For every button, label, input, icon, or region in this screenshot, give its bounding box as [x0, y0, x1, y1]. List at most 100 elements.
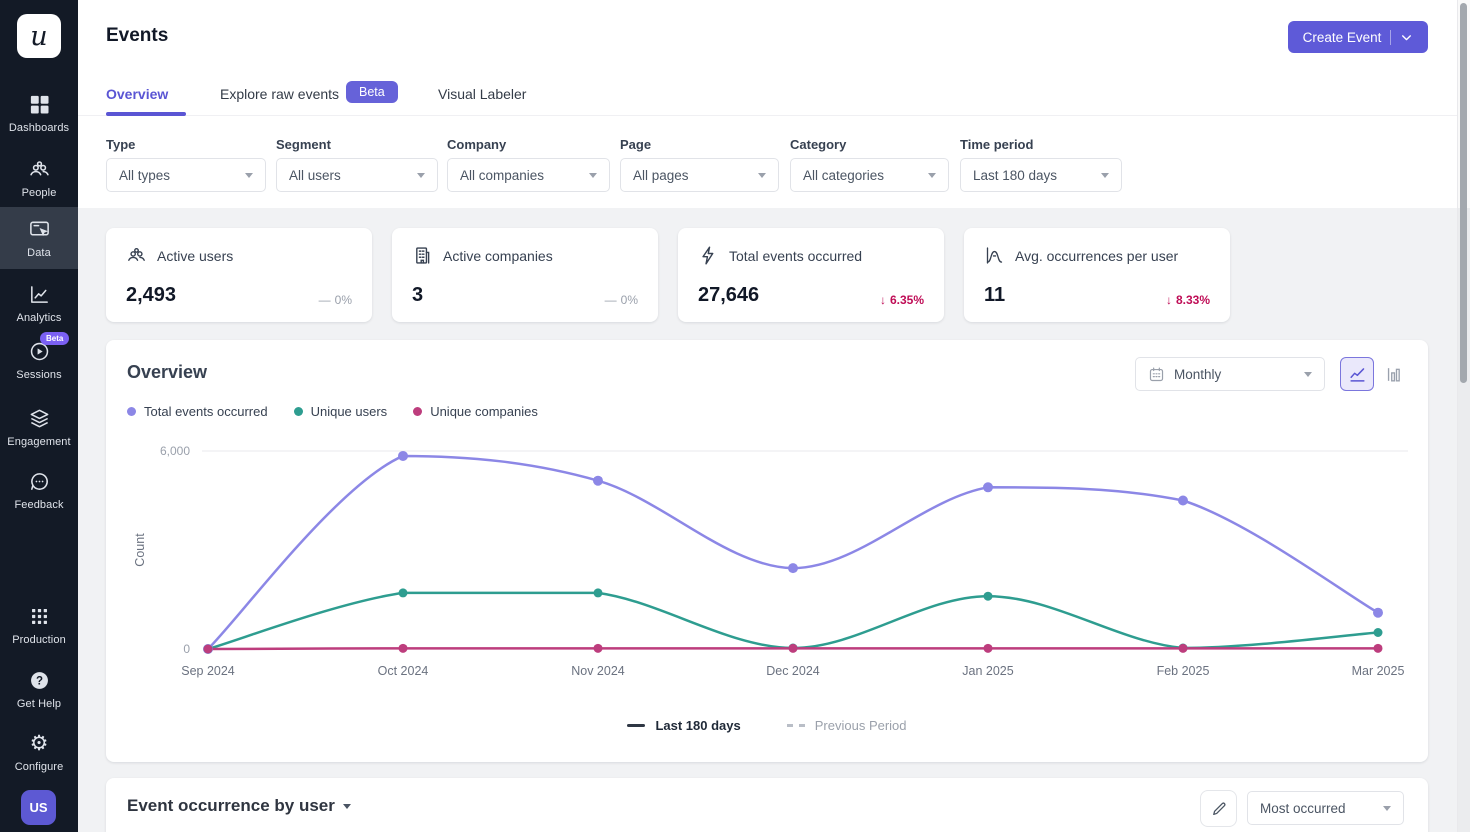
- tab-visual-labeler[interactable]: Visual Labeler: [438, 86, 526, 102]
- overview-card-title: Overview: [127, 362, 207, 383]
- granularity-select[interactable]: Monthly: [1135, 357, 1325, 391]
- stat-change: ↓8.33%: [1166, 293, 1210, 307]
- sort-select[interactable]: Most occurred: [1247, 791, 1404, 825]
- time-period-select-value: Last 180 days: [973, 168, 1101, 183]
- user-avatar[interactable]: US: [21, 790, 56, 825]
- create-event-button[interactable]: Create Event: [1288, 21, 1428, 53]
- sidebar-item-label: Configure: [15, 761, 64, 773]
- svg-text:Nov 2024: Nov 2024: [571, 664, 625, 678]
- legend-label: Last 180 days: [655, 718, 740, 733]
- svg-text:6,000: 6,000: [160, 444, 190, 458]
- dashed-line-swatch: [787, 724, 805, 727]
- svg-text:Oct 2024: Oct 2024: [378, 664, 429, 678]
- sidebar-item-label: Feedback: [14, 499, 63, 511]
- segment-select[interactable]: All users: [276, 158, 438, 192]
- beta-badge[interactable]: Beta: [346, 81, 398, 103]
- app-logo[interactable]: u: [17, 14, 61, 58]
- category-select[interactable]: All categories: [790, 158, 949, 192]
- line-chart-toggle[interactable]: [1340, 357, 1374, 391]
- legend-item-unique-users[interactable]: Unique users: [294, 404, 388, 419]
- time-period-select[interactable]: Last 180 days: [960, 158, 1122, 192]
- legend-current-period[interactable]: Last 180 days: [627, 718, 740, 733]
- stat-value: 3: [412, 284, 423, 307]
- sidebar-item-data[interactable]: Data: [0, 207, 78, 269]
- active-tab-indicator: [106, 112, 186, 116]
- stat-value: 27,646: [698, 284, 759, 307]
- stat-card-avg-occurrences: Avg. occurrences per user 11 ↓8.33%: [964, 228, 1230, 322]
- line-chart-icon: [1348, 365, 1367, 384]
- sidebar: u Dashboards People Data: [0, 0, 78, 832]
- granularity-select-value: Monthly: [1174, 367, 1295, 382]
- tab-divider: [78, 115, 1458, 116]
- sidebar-item-label: Get Help: [17, 698, 61, 710]
- section-title: Event occurrence by user: [127, 796, 335, 816]
- data-window-icon: [28, 218, 51, 241]
- sidebar-item-label: Sessions: [16, 369, 61, 381]
- filter-label-type: Type: [106, 137, 135, 152]
- sidebar-item-people[interactable]: People: [0, 150, 78, 199]
- filter-label-company: Company: [447, 137, 506, 152]
- sidebar-item-label: Dashboards: [9, 122, 69, 134]
- svg-text:Dec 2024: Dec 2024: [766, 664, 820, 678]
- chevron-down-icon: [1400, 31, 1413, 44]
- sidebar-item-label: People: [22, 187, 57, 199]
- legend-label: Previous Period: [815, 718, 907, 733]
- stat-change: ↓6.35%: [880, 293, 924, 307]
- help-icon: ?: [28, 669, 51, 692]
- chevron-down-icon: [1383, 806, 1391, 811]
- chevron-down-icon: [928, 173, 936, 178]
- chat-bubble-icon: [28, 470, 51, 493]
- svg-text:Sep 2024: Sep 2024: [181, 664, 235, 678]
- category-select-value: All categories: [803, 168, 928, 183]
- stat-label: Active companies: [443, 248, 553, 264]
- stat-label: Avg. occurrences per user: [1015, 248, 1178, 264]
- create-event-label: Create Event: [1303, 30, 1382, 45]
- legend-label: Unique companies: [430, 404, 538, 419]
- period-legend: Last 180 days Previous Period: [106, 718, 1428, 733]
- analytics-chart-icon: [28, 283, 51, 306]
- scrollbar-track[interactable]: [1457, 0, 1470, 832]
- svg-text:Jan 2025: Jan 2025: [962, 664, 1013, 678]
- stat-label: Active users: [157, 248, 233, 264]
- beta-badge: Beta: [40, 332, 69, 345]
- chart-legend: Total events occurred Unique users Uniqu…: [127, 404, 538, 419]
- event-occurrence-title-dropdown[interactable]: Event occurrence by user: [127, 796, 351, 816]
- stat-value: 11: [984, 284, 1005, 307]
- scrollbar-thumb[interactable]: [1460, 3, 1467, 383]
- sidebar-item-label: Analytics: [17, 312, 62, 324]
- chevron-down-icon: [589, 173, 597, 178]
- filter-label-category: Category: [790, 137, 846, 152]
- sidebar-item-feedback[interactable]: Feedback: [0, 462, 78, 511]
- sidebar-item-analytics[interactable]: Analytics: [0, 275, 78, 324]
- sidebar-item-configure[interactable]: ⚙ Configure: [0, 724, 78, 773]
- company-select[interactable]: All companies: [447, 158, 610, 192]
- sidebar-item-label: Data: [27, 247, 51, 259]
- layers-icon: [28, 407, 51, 430]
- sidebar-item-dashboards[interactable]: Dashboards: [0, 85, 78, 134]
- edit-button[interactable]: [1200, 790, 1237, 827]
- stat-card-total-events: Total events occurred 27,646 ↓6.35%: [678, 228, 944, 322]
- sidebar-item-sessions[interactable]: Beta Sessions: [0, 332, 78, 381]
- chevron-down-icon: [245, 173, 253, 178]
- svg-text:Feb 2025: Feb 2025: [1157, 664, 1210, 678]
- sidebar-item-label: Engagement: [7, 436, 70, 448]
- svg-text:Mar 2025: Mar 2025: [1352, 664, 1405, 678]
- sidebar-item-production[interactable]: Production: [0, 597, 78, 646]
- bell-curve-icon: [984, 245, 1005, 266]
- tab-overview[interactable]: Overview: [106, 86, 168, 102]
- legend-previous-period[interactable]: Previous Period: [787, 718, 907, 733]
- bar-chart-toggle[interactable]: [1377, 357, 1411, 391]
- page-select[interactable]: All pages: [620, 158, 779, 192]
- legend-label: Total events occurred: [144, 404, 268, 419]
- legend-item-unique-companies[interactable]: Unique companies: [413, 404, 538, 419]
- company-select-value: All companies: [460, 168, 589, 183]
- sort-select-value: Most occurred: [1260, 801, 1383, 816]
- sidebar-item-get-help[interactable]: ? Get Help: [0, 661, 78, 710]
- legend-item-total-events[interactable]: Total events occurred: [127, 404, 268, 419]
- sidebar-item-engagement[interactable]: Engagement: [0, 399, 78, 448]
- users-group-icon: [126, 245, 147, 266]
- legend-dot: [294, 407, 303, 416]
- tab-explore-raw-events[interactable]: Explore raw events: [220, 86, 339, 102]
- type-select[interactable]: All types: [106, 158, 266, 192]
- trend-flat-icon: —: [319, 293, 331, 307]
